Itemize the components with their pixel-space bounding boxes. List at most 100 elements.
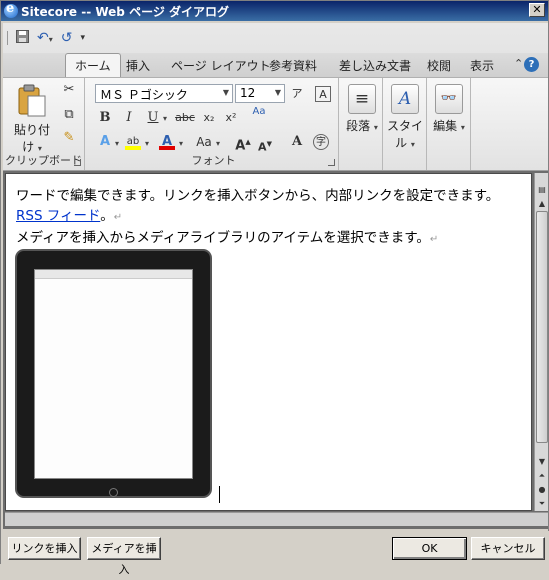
paste-icon (17, 84, 47, 118)
paragraph-button[interactable]: ≡ 段落 ▾ (346, 84, 378, 134)
text-cursor (219, 486, 220, 503)
ribbon-body: 貼り付け ▾ ✂ ⧉ ✎ クリップボード ＭＳ Ｐゴシック ▼ 12 ▼ ア A… (3, 77, 548, 171)
font-dialog-launcher-icon[interactable] (328, 159, 335, 166)
phonetic-guide-icon[interactable]: ア (289, 86, 305, 102)
ribbon-minimize-icon[interactable]: ⌃ (514, 57, 523, 70)
paste-label: 貼り付け (13, 123, 50, 154)
insert-link-button[interactable]: リンクを挿入 (8, 537, 81, 560)
document-text-1: ワードで編集できます。リンクを挿入ボタンから、内部リンクを設定できます。 (16, 188, 500, 204)
dialog-window: Sitecore -- Web ページ ダイアログ ✕ ↶▾ ↺ ▾ ホーム 挿… (0, 0, 549, 576)
font-color-icon[interactable]: A (159, 134, 175, 150)
document-text-3: メディアを挿入からメディアライブラリのアイテムを選択できます。 (16, 230, 430, 246)
next-page-icon[interactable]: ⏷ (535, 497, 549, 511)
edit-button[interactable]: 👓 編集 ▾ (432, 84, 466, 134)
underline-icon[interactable]: U (145, 110, 161, 126)
close-button[interactable]: ✕ (529, 3, 545, 17)
previous-page-icon[interactable]: ⏶ (535, 469, 549, 483)
shrink-font-icon[interactable]: A▼ (257, 136, 273, 154)
highlight-icon[interactable]: ab (125, 134, 141, 150)
customize-qat-icon[interactable]: ▾ (80, 33, 85, 43)
binoculars-icon: 👓 (435, 84, 463, 114)
vertical-scrollbar[interactable]: ▤ ▲ ▼ ⏶ ● ⏷ (534, 173, 548, 511)
style-label: スタイル (386, 119, 423, 150)
scroll-up-icon[interactable]: ▲ (535, 197, 549, 211)
title-bar: Sitecore -- Web ページ ダイアログ ✕ (1, 1, 548, 21)
ribbon: ↶▾ ↺ ▾ ホーム 挿入 ページ レイアウト 参考資料 差し込み文書 校閲 表… (3, 23, 548, 171)
edit-label: 編集 (433, 119, 458, 133)
undo-icon[interactable]: ↶▾ (37, 30, 53, 46)
cancel-button[interactable]: キャンセル (471, 537, 545, 560)
font-group: ＭＳ Ｐゴシック ▼ 12 ▼ ア A B I U ▾ abc x₂ x² Aa… (89, 78, 339, 170)
subscript-icon[interactable]: x₂ (201, 110, 217, 126)
change-case-icon[interactable]: Aa (193, 134, 215, 150)
cut-icon[interactable]: ✂ (61, 82, 77, 98)
character-border-icon[interactable]: A (315, 86, 331, 102)
superscript-icon[interactable]: x² (223, 110, 239, 126)
help-icon[interactable]: ? (524, 57, 539, 72)
copy-icon[interactable]: ⧉ (61, 107, 77, 123)
tablet-browser-bar (35, 270, 192, 279)
ruler-toggle-icon[interactable]: ▤ (535, 183, 549, 197)
style-button[interactable]: A スタイル ▾ (386, 84, 424, 151)
paragraph-icon: ≡ (348, 84, 376, 114)
tab-insert[interactable]: 挿入 (126, 57, 150, 74)
underline-dropdown-icon[interactable]: ▾ (163, 114, 167, 123)
highlight-dropdown-icon[interactable]: ▾ (145, 139, 149, 148)
qat-separator (7, 31, 8, 45)
paragraph-dropdown-icon: ▾ (373, 123, 378, 132)
font-size-combo[interactable]: 12 ▼ (235, 84, 285, 103)
dialog-footer: リンクを挿入 メディアを挿入 OK キャンセル (1, 531, 549, 576)
quick-access-toolbar: ↶▾ ↺ ▾ (7, 29, 85, 47)
edit-group: 👓 編集 ▾ (427, 78, 471, 170)
save-icon[interactable] (16, 30, 29, 46)
italic-icon[interactable]: I (121, 110, 137, 126)
ie-icon (4, 1, 18, 18)
format-painter-icon[interactable]: ✎ (61, 130, 77, 146)
clipboard-group-label: クリップボード (5, 154, 82, 167)
enclose-characters-icon[interactable]: 字 (313, 134, 329, 150)
paragraph-mark: ↵ (429, 234, 439, 245)
clear-formatting-icon[interactable]: Aa (251, 104, 267, 120)
font-name-value: ＭＳ Ｐゴシック (100, 88, 188, 102)
paragraph-group: ≡ 段落 ▾ (341, 78, 383, 170)
window-title: Sitecore -- Web ページ ダイアログ (21, 4, 230, 19)
tab-review[interactable]: 校閲 (427, 57, 451, 74)
paragraph-label: 段落 (346, 119, 371, 133)
tab-home[interactable]: ホーム (65, 53, 121, 78)
tablet-home-button (109, 488, 118, 497)
text-effects-dropdown-icon[interactable]: ▾ (115, 139, 119, 148)
clipboard-dialog-launcher-icon[interactable] (74, 159, 81, 166)
select-browse-object-icon[interactable]: ● (535, 483, 549, 497)
tab-references[interactable]: 参考資料 (269, 57, 317, 74)
chevron-down-icon: ▼ (274, 88, 281, 97)
font-group-label: フォント (191, 154, 236, 167)
insert-media-button[interactable]: メディアを挿入 (87, 537, 161, 576)
strikethrough-icon[interactable]: abc (173, 110, 197, 126)
tab-view[interactable]: 表示 (470, 57, 494, 74)
document-line-1: ワードで編集できます。リンクを挿入ボタンから、内部リンクを設定できます。 (16, 186, 521, 206)
font-color-dropdown-icon[interactable]: ▾ (179, 139, 183, 148)
edit-dropdown-icon: ▾ (460, 123, 465, 132)
ok-button[interactable]: OK (392, 537, 467, 560)
rss-feed-link[interactable]: RSS フィード (16, 208, 100, 224)
tab-mailings[interactable]: 差し込み文書 (339, 57, 411, 74)
ribbon-tabs: ホーム 挿入 ページ レイアウト 参考資料 差し込み文書 校閲 表示 ⌃ (3, 53, 548, 78)
change-case-dropdown-icon[interactable]: ▾ (216, 139, 220, 148)
clipboard-group: 貼り付け ▾ ✂ ⧉ ✎ クリップボード (3, 78, 85, 170)
font-name-combo[interactable]: ＭＳ Ｐゴシック ▼ (95, 84, 233, 103)
document-text-2: 。 (100, 208, 114, 224)
grow-font-icon[interactable]: A▲ (235, 134, 251, 153)
tablet-screen (34, 269, 193, 479)
redo-icon[interactable]: ↺ (61, 30, 73, 46)
bold-icon[interactable]: B (97, 110, 113, 126)
document-line-3: メディアを挿入からメディアライブラリのアイテムを選択できます。↵ (16, 228, 521, 250)
style-icon: A (391, 84, 419, 114)
tab-page-layout[interactable]: ページ レイアウト (171, 57, 271, 74)
text-effects-icon[interactable]: A (97, 134, 113, 150)
paste-button[interactable]: 貼り付け ▾ (9, 84, 55, 155)
scroll-down-icon[interactable]: ▼ (535, 455, 549, 469)
scrollbar-thumb[interactable] (536, 211, 548, 443)
character-shading-icon[interactable]: A (289, 134, 305, 150)
horizontal-scrollbar[interactable] (5, 512, 548, 526)
style-group: A スタイル ▾ (383, 78, 427, 170)
